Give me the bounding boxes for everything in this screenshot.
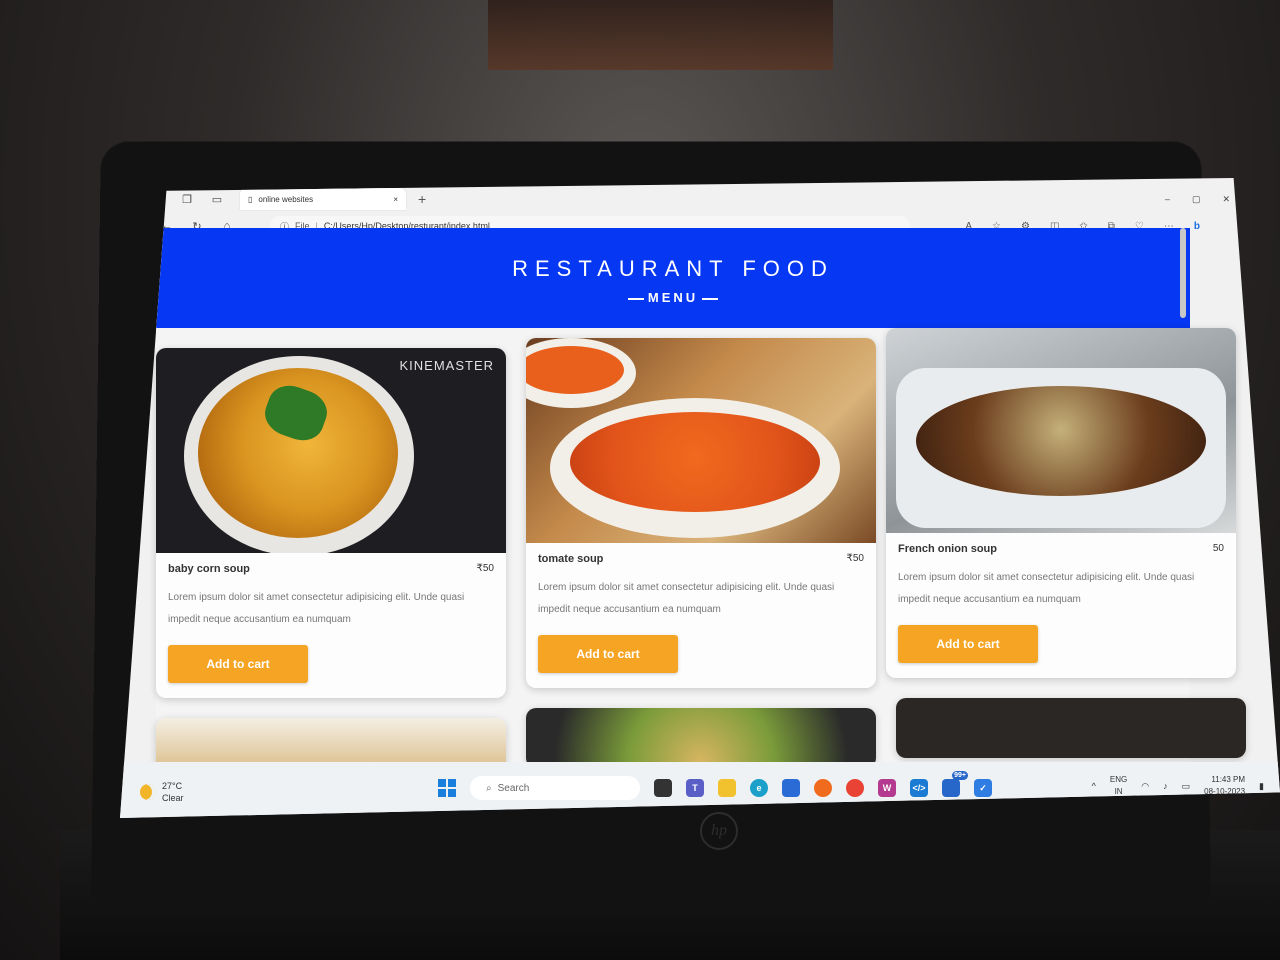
windows-icon[interactable]	[438, 779, 456, 797]
battery-icon[interactable]: ▭	[1182, 781, 1191, 792]
food-image: KINEMASTER	[156, 348, 506, 553]
search-icon: ⌕	[486, 782, 492, 794]
food-price: 50	[1212, 543, 1224, 554]
food-image	[526, 708, 876, 768]
taskbar-apps: ⌕ Search T e W </> 99+ ✓	[438, 771, 992, 800]
menu-card-partial	[526, 708, 876, 768]
page-subtitle: MENU	[156, 290, 1190, 305]
food-image	[896, 698, 1246, 758]
notification-badge: 99+	[952, 771, 968, 780]
food-description: Lorem ipsum dolor sit amet consectetur a…	[538, 582, 835, 615]
close-tab-icon[interactable]: ×	[393, 195, 398, 204]
close-window-button[interactable]: ✕	[1222, 194, 1230, 205]
page-title: RESTAURANT FOOD	[512, 256, 834, 281]
add-to-cart-button[interactable]: Add to cart	[538, 635, 678, 673]
menu-card-partial	[896, 698, 1246, 758]
food-description: Lorem ipsum dolor sit amet consectetur a…	[168, 592, 465, 625]
page-header: RESTAURANT FOOD MENU	[156, 228, 1190, 328]
date: 08-10-2023	[1204, 787, 1246, 796]
tab-title: online websites	[258, 194, 314, 204]
webpage: RESTAURANT FOOD MENU KINEMASTER baby cor…	[156, 228, 1246, 788]
edge-icon[interactable]: e	[750, 779, 768, 797]
soup-bowl	[550, 398, 840, 538]
lang-top: ENG	[1109, 775, 1128, 784]
collections-icon[interactable]: ❐	[180, 192, 194, 206]
badge-app-icon[interactable]: 99+	[942, 771, 968, 797]
search-placeholder: Search	[497, 782, 530, 794]
clock[interactable]: 11:43 PM 08-10-2023	[1204, 774, 1245, 798]
food-name: French onion soup	[898, 543, 997, 555]
firefox-icon[interactable]	[814, 779, 832, 797]
menu-card-baby-corn-soup: KINEMASTER baby corn soup ₹50 Lorem ipsu…	[156, 348, 506, 698]
maximize-button[interactable]: ▢	[1192, 194, 1201, 205]
browser-tab-bar: ● ❐ ▭ ▯ online websites × + – ▢ ✕	[150, 186, 1230, 212]
food-image	[526, 338, 876, 543]
chrome-icon[interactable]	[846, 779, 864, 797]
new-tab-button[interactable]: +	[418, 191, 426, 207]
soup-bowl	[184, 356, 414, 553]
food-price: ₹50	[476, 563, 495, 574]
volume-icon[interactable]: ♪	[1163, 781, 1168, 791]
file-explorer-icon[interactable]	[718, 779, 736, 797]
system-tray: ^ ENG IN ◠ ♪ ▭ 11:43 PM 08-10-2023 ▮	[1092, 774, 1264, 798]
soup-pot	[896, 368, 1226, 528]
browser-tab[interactable]: ▯ online websites ×	[240, 188, 406, 210]
todo-icon[interactable]: ✓	[974, 779, 992, 797]
notification-icon[interactable]: ▮	[1259, 781, 1264, 792]
taskbar-search[interactable]: ⌕ Search	[470, 776, 640, 800]
minimize-button[interactable]: –	[1165, 194, 1170, 205]
tabs-icon[interactable]: ▭	[210, 192, 224, 206]
task-view-icon[interactable]	[654, 779, 672, 797]
moon-icon	[140, 784, 156, 800]
wps-icon[interactable]: W	[878, 779, 896, 797]
add-to-cart-button[interactable]: Add to cart	[898, 625, 1038, 663]
bing-icon[interactable]: b	[1194, 221, 1200, 232]
weather-text: Clear	[162, 793, 184, 803]
laptop-screen: ● ❐ ▭ ▯ online websites × + – ▢ ✕ ← ↻ ⌂ …	[120, 178, 1280, 818]
store-icon[interactable]	[782, 779, 800, 797]
small-bowl	[526, 338, 636, 408]
language-indicator[interactable]: ENG IN	[1110, 774, 1127, 798]
menu-card-tomate-soup: tomate soup ₹50 Lorem ipsum dolor sit am…	[526, 338, 876, 688]
room-window	[488, 0, 833, 70]
watermark: KINEMASTER	[399, 358, 494, 373]
food-image	[886, 328, 1236, 533]
food-price: ₹50	[846, 553, 865, 564]
vscode-icon[interactable]: </>	[910, 779, 928, 797]
teams-icon[interactable]: T	[686, 779, 704, 797]
hp-logo: hp	[700, 812, 738, 850]
add-to-cart-button[interactable]: Add to cart	[168, 645, 308, 683]
weather-temp: 27°C	[162, 781, 183, 791]
food-name: tomate soup	[538, 553, 604, 565]
food-name: baby corn soup	[168, 563, 250, 575]
food-description: Lorem ipsum dolor sit amet consectetur a…	[898, 572, 1195, 605]
weather-widget[interactable]: 27°C Clear	[140, 780, 184, 804]
menu-card-french-onion-soup: French onion soup 50 Lorem ipsum dolor s…	[886, 328, 1236, 678]
chevron-up-icon[interactable]: ^	[1092, 781, 1096, 791]
scrollbar[interactable]	[1180, 228, 1186, 318]
window-controls: – ▢ ✕	[1165, 194, 1230, 205]
wifi-icon[interactable]: ◠	[1141, 781, 1149, 792]
time: 11:43 PM	[1211, 775, 1246, 784]
page-icon: ▯	[248, 194, 253, 204]
